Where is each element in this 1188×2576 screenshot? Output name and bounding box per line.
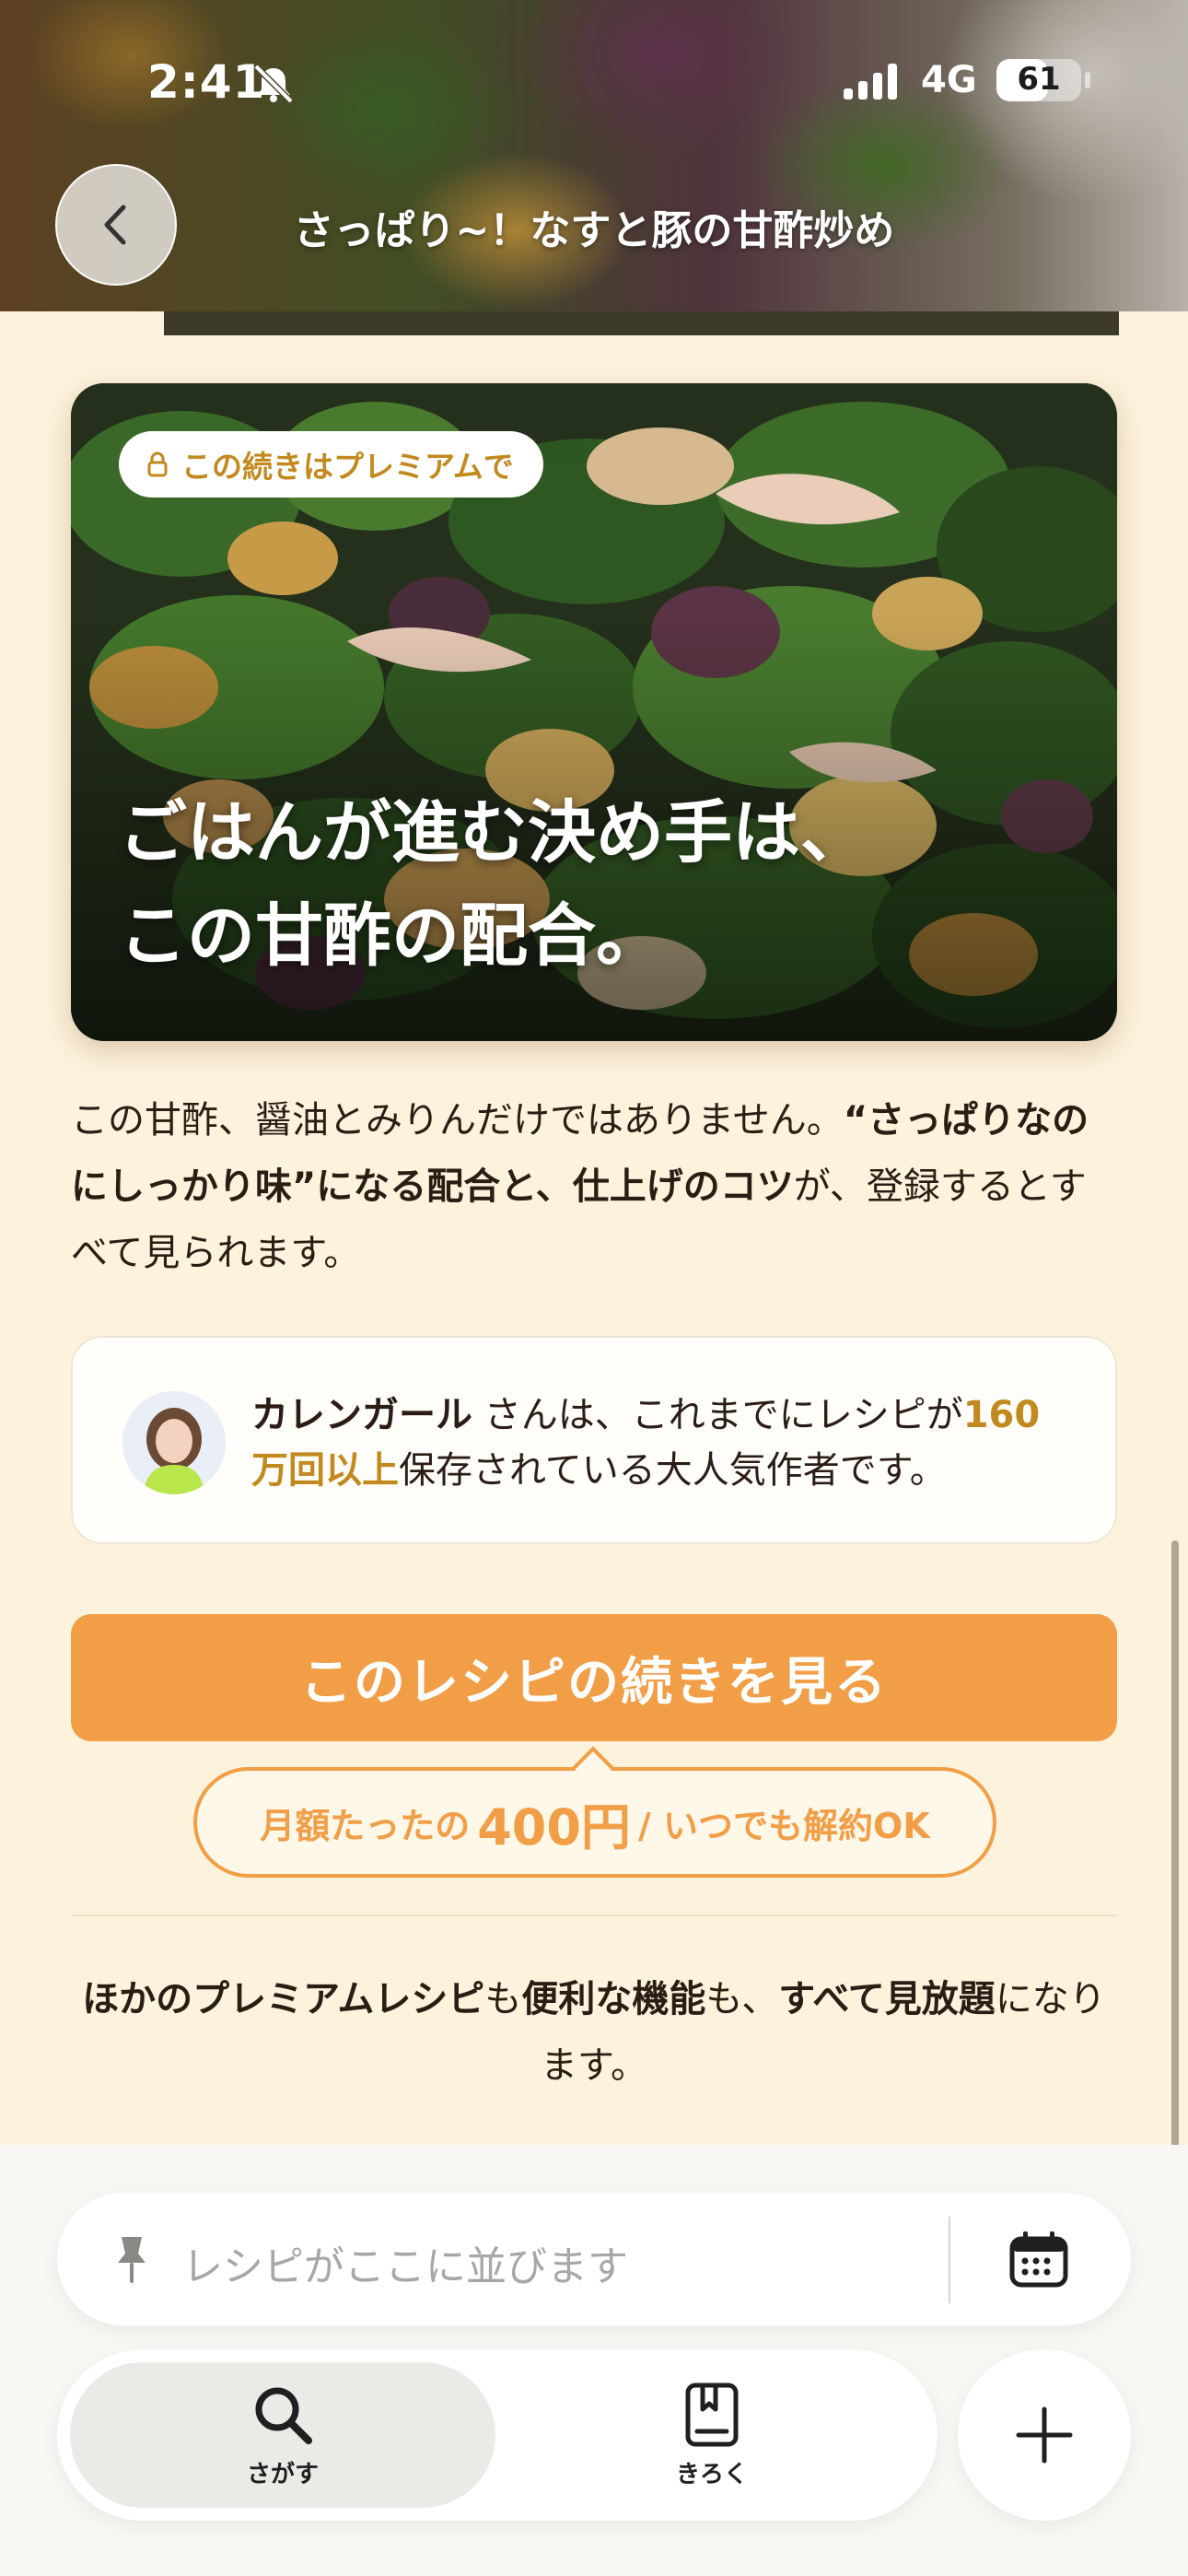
battery-nub [1085, 72, 1090, 88]
calendar-icon [1009, 2231, 1068, 2288]
tab-record-label: きろく [675, 2460, 748, 2488]
scrollbar[interactable] [1171, 1540, 1179, 2185]
price-amount: 400円 [477, 1797, 631, 1856]
footnote-text-1: も [484, 1978, 522, 2020]
plus-icon [1016, 2406, 1073, 2464]
status-time: 2:41 [147, 55, 266, 109]
back-button[interactable] [55, 164, 177, 286]
premium-badge-label: この続きはプレミアムで [181, 449, 514, 485]
calendar-button[interactable] [993, 2213, 1085, 2305]
price-prefix: 月額たったの [260, 1805, 471, 1846]
author-description: カレンガール さんは、これまでにレシピが160万回以上保存されている大人気作者で… [251, 1388, 1060, 1498]
footnote-bold-3: すべて見放題 [778, 1978, 996, 2020]
search-icon [255, 2387, 312, 2444]
footnote-text-2: も、 [705, 1978, 779, 2020]
recipe-tray-placeholder: レシピがここに並びます [182, 2243, 628, 2290]
tab-record[interactable]: きろく [499, 2362, 925, 2508]
author-card: カレンガール さんは、これまでにレシピが160万回以上保存されている大人気作者で… [71, 1336, 1117, 1544]
author-text-1: さんは、これまでにレシピが [472, 1394, 963, 1436]
premium-headline: ごはんが進む決め手は、 この甘酢の配合。 [119, 781, 1062, 988]
author-text-2: 保存されている大人気作者です。 [399, 1449, 947, 1492]
chevron-left-icon [104, 205, 126, 245]
status-bar: 2:41 4G 61 [0, 0, 1188, 166]
premium-teaser-card: この続きはプレミアムで ごはんが進む決め手は、 この甘酢の配合。 [71, 383, 1117, 1041]
premium-description: この甘酢、醤油とみりんだけではありません。“さっぱりなのにしっかり味”になる配合… [71, 1087, 1117, 1286]
tab-bar: さがす きろく [57, 2349, 938, 2521]
header-photo-edge [0, 311, 1188, 335]
network-type: 4G [921, 59, 977, 101]
footnote-bold-2: 便利な機能 [521, 1978, 706, 2020]
avatar [122, 1391, 226, 1494]
recipe-tray[interactable]: レシピがここに並びます [57, 2193, 1131, 2325]
divider [71, 1914, 1117, 1916]
add-button[interactable] [958, 2349, 1131, 2521]
headline-line-2: この甘酢の配合。 [119, 896, 664, 976]
footnote-bold-1: ほかのプレミアムレシピ [82, 1978, 485, 2020]
bell-muted-icon [253, 64, 294, 103]
battery-level: 61 [1017, 61, 1061, 98]
lock-icon [147, 451, 168, 477]
page-title: さっぱり~！なすと豚の甘酢炒め [293, 207, 895, 254]
description-text-1: この甘酢、醤油とみりんだけではありません。 [71, 1099, 844, 1142]
view-rest-of-recipe-button[interactable]: このレシピの続きを見る [71, 1614, 1117, 1741]
battery-icon: 61 [996, 59, 1081, 101]
tray-divider [949, 2217, 950, 2303]
headline-line-1: ごはんが進む決め手は、 [119, 793, 868, 872]
price-suffix: / いつでも解約OK [637, 1805, 930, 1846]
premium-badge: この続きはプレミアムで [119, 431, 543, 498]
signal-icon [844, 64, 897, 100]
author-name: カレンガール [251, 1394, 472, 1436]
tab-search[interactable]: さがす [70, 2362, 495, 2508]
author-portrait [122, 1391, 226, 1494]
pin-icon [118, 2237, 146, 2283]
bookmark-book-icon [685, 2383, 739, 2446]
tab-search-label: さがす [246, 2460, 319, 2488]
premium-benefits-note: ほかのプレミアムレシピも便利な機能も、すべて見放題になります。 [71, 1966, 1117, 2099]
